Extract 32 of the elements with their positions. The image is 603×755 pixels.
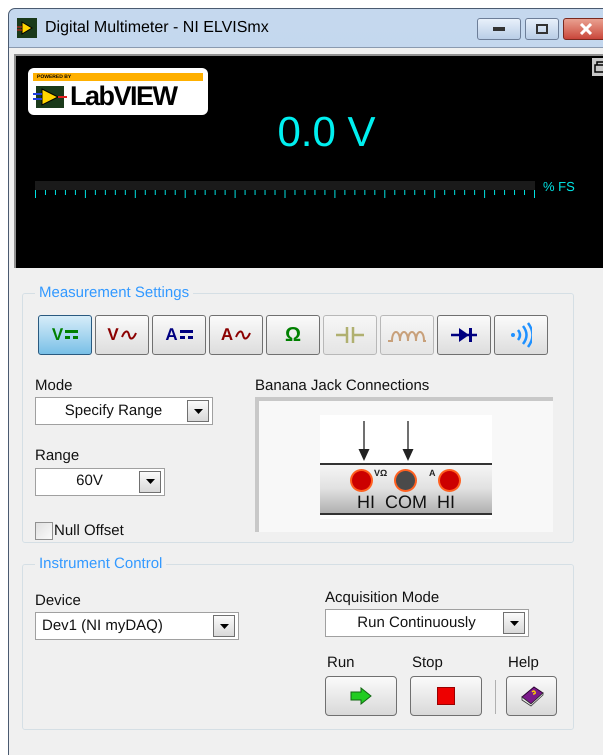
logo-wordmark: LabVIEW (70, 83, 177, 110)
jack-marking: VΩ (374, 468, 388, 478)
field-label: Acquisition Mode (325, 588, 440, 608)
dropdown-field[interactable]: Run Continuously (325, 609, 529, 637)
meter-unit: % FS (543, 178, 575, 196)
field-label: Device (35, 590, 82, 610)
function-button[interactable]: A (209, 314, 263, 354)
dropdown-field[interactable]: 60V (35, 468, 165, 496)
jack-marking: A (429, 468, 436, 478)
dropdown-field[interactable]: Dev1 (NI myDAQ) (35, 612, 239, 640)
dropdown-value: 60V (75, 471, 104, 492)
field-label: Mode (35, 376, 74, 396)
group-title: Instrument Control (38, 554, 164, 574)
dropdown-field[interactable]: Specify Range (35, 397, 213, 425)
button-label: Run (326, 653, 356, 672)
dropdown-value: Specify Range (64, 400, 164, 421)
function-button[interactable]: V (95, 314, 149, 354)
button-label: Help (507, 653, 540, 672)
field-label: Banana Jack Connections (255, 376, 430, 396)
jack-label: HI (357, 492, 375, 512)
reading-display: 0.0 V (276, 111, 376, 153)
jack-label: COM (385, 492, 427, 512)
window-title: Digital Multimeter - NI ELVISmx (45, 18, 269, 38)
function-button[interactable]: Ω (266, 314, 320, 354)
jack-label: HI (437, 492, 455, 512)
dropdown-value: Dev1 (NI myDAQ) (41, 616, 164, 636)
field-label: Range (35, 446, 80, 466)
function-button[interactable]: A (152, 314, 206, 354)
button-label: Stop (411, 653, 444, 672)
group-title: Measurement Settings (38, 283, 190, 303)
checkbox-label: Null Offset (54, 520, 124, 540)
dropdown-value: Run Continuously (356, 612, 477, 633)
